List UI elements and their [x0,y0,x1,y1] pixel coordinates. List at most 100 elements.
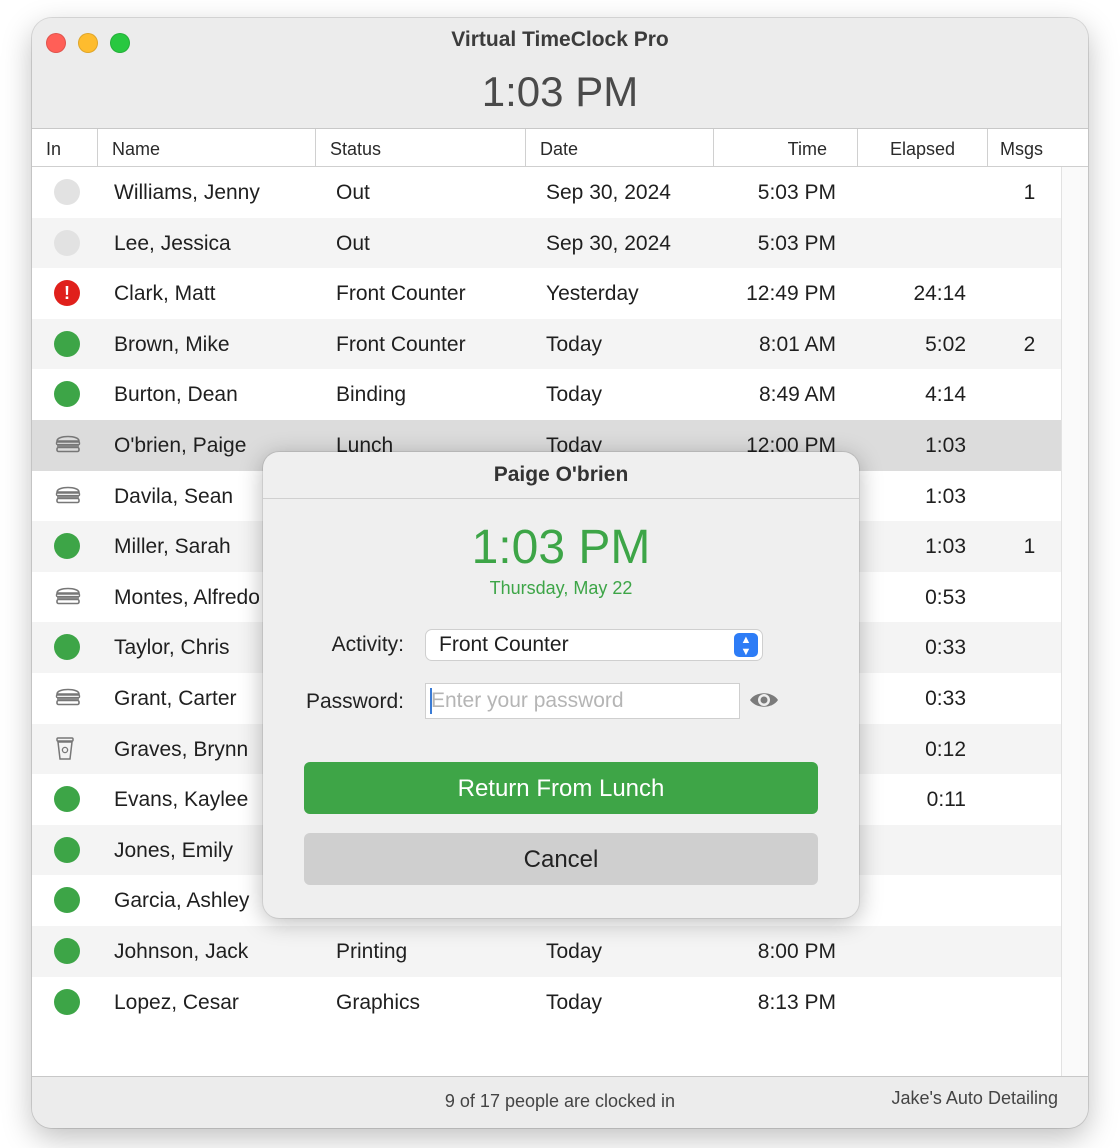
clock-action-dialog: Paige O'brien 1:03 PM Thursday, May 22 A… [263,452,859,918]
column-header-name[interactable]: Name [98,129,316,166]
column-header-elapsed[interactable]: Elapsed [858,129,988,166]
elapsed-time: 1:03 [925,433,966,457]
column-header-status[interactable]: Status [316,129,526,166]
activity-label: Activity: [331,633,404,656]
elapsed-time [852,977,966,1028]
message-count [992,875,1067,926]
clocked-in-icon [54,988,82,1017]
coffee-break-icon [54,736,82,764]
show-password-icon[interactable] [748,687,780,713]
message-count [992,622,1067,673]
clock-date: Today [546,939,603,963]
elapsed-time: 24:14 [913,282,966,306]
lunch-icon [54,432,82,460]
status-bar: 9 of 17 people are clocked in Jake's Aut… [32,1076,1088,1128]
return-from-lunch-button[interactable]: Return From Lunch [304,762,818,814]
company-name: Jake's Auto Detailing [891,1088,1058,1108]
employee-name: Garcia, Ashley [114,889,250,913]
column-header-msgs[interactable]: Msgs [988,129,1088,166]
clocked-in-icon [54,937,82,966]
employee-name: Johnson, Jack [114,939,249,963]
employee-name: Miller, Sarah [114,535,231,559]
message-count [992,572,1067,623]
clocked-in-icon [54,634,82,662]
column-header-time[interactable]: Time [714,129,858,166]
table-row[interactable]: Brown, Mike Front Counter Today 8:01 AM 5:02… [32,318,1062,370]
employee-status: Graphics [336,990,421,1014]
message-count [992,977,1067,1028]
elapsed-time: 1:03 [925,484,966,508]
employee-status: Printing [336,939,408,963]
clocked-in-icon [54,836,82,865]
elapsed-time: 0:33 [925,636,966,660]
clock-date: Sep 30, 2024 [546,231,671,255]
lunch-icon [54,685,82,713]
password-field[interactable] [425,683,740,719]
title-bar: Virtual TimeClock Pro 1:03 PM [32,18,1088,128]
message-count [992,724,1067,775]
employee-status: Out [336,181,370,204]
employee-status: Front Counter [336,282,466,306]
elapsed-time: 0:12 [925,737,966,761]
table-row[interactable]: Williams, Jenny Out Sep 30, 2024 5:03 PM 1 [32,167,1062,218]
employee-name: Brown, Mike [114,332,230,356]
employee-status: Out [336,231,370,255]
lunch-icon [54,584,82,612]
message-count [992,471,1067,522]
table-header: In Name Status Date Time Elapsed Msgs [32,129,1088,167]
clocked-in-icon [54,533,82,561]
message-count [992,218,1067,269]
elapsed-time [852,825,966,876]
employee-name: Grant, Carter [114,686,237,710]
clock-time: 8:49 AM [758,383,836,407]
text-cursor [430,688,432,714]
current-time-display: 1:03 PM [481,68,639,115]
activity-select[interactable]: Front Counter ▲ ▼ [425,629,763,661]
dialog-time: 1:03 PM [471,521,651,574]
employee-name: Davila, Sean [114,484,234,508]
clock-date: Today [546,332,603,356]
table-row[interactable]: Lopez, Cesar Graphics Today 8:13 PM [32,977,1062,1028]
elapsed-time: 5:02 [925,332,966,356]
window-title: Virtual TimeClock Pro [451,28,669,51]
employee-name: Williams, Jenny [114,181,260,204]
chevron-up-down-icon: ▲ ▼ [734,633,758,658]
table-row[interactable]: Johnson, Jack Printing Today 8:00 PM [32,925,1062,977]
employee-name: Lopez, Cesar [114,990,239,1014]
clocked-in-icon [54,786,82,814]
clock-time: 12:49 PM [746,282,836,306]
elapsed-time: 1:03 [925,535,966,559]
clocked-in-icon [54,887,82,915]
message-count [992,825,1067,876]
clocked-out-icon [54,229,82,258]
alert-icon: ! [54,280,82,308]
activity-selected-value: Front Counter [439,633,569,656]
clock-time: 5:03 PM [757,181,836,204]
table-row[interactable]: ! Clark, Matt Front Counter Yesterday 12:49 … [32,268,1062,319]
clock-date: Sep 30, 2024 [546,181,671,204]
employee-name: Lee, Jessica [114,231,231,255]
message-count: 1 [1023,535,1036,559]
clock-time: 8:01 AM [758,332,836,356]
cancel-button[interactable]: Cancel [304,833,818,885]
message-count [992,926,1067,977]
message-count [992,420,1067,471]
message-count: 1 [1023,181,1036,204]
employee-status: Binding [336,383,407,407]
column-header-date[interactable]: Date [526,129,714,166]
column-header-in[interactable]: In [32,129,98,166]
message-count [992,774,1067,825]
elapsed-time [852,926,966,977]
clocked-in-icon [54,330,82,359]
elapsed-time: 0:11 [926,788,966,812]
table-row[interactable]: Lee, Jessica Out Sep 30, 2024 5:03 PM [32,217,1062,269]
message-count [992,673,1067,724]
message-count [992,268,1067,319]
table-row[interactable]: Burton, Dean Binding Today 8:49 AM 4:14 [32,369,1062,420]
employee-name: Montes, Alfredo [114,585,260,609]
employee-name: Graves, Brynn [114,737,249,761]
elapsed-time: 0:53 [925,585,966,609]
employee-name: O'brien, Paige [114,433,247,457]
elapsed-time [852,875,966,926]
vertical-scrollbar[interactable] [1061,167,1088,1076]
